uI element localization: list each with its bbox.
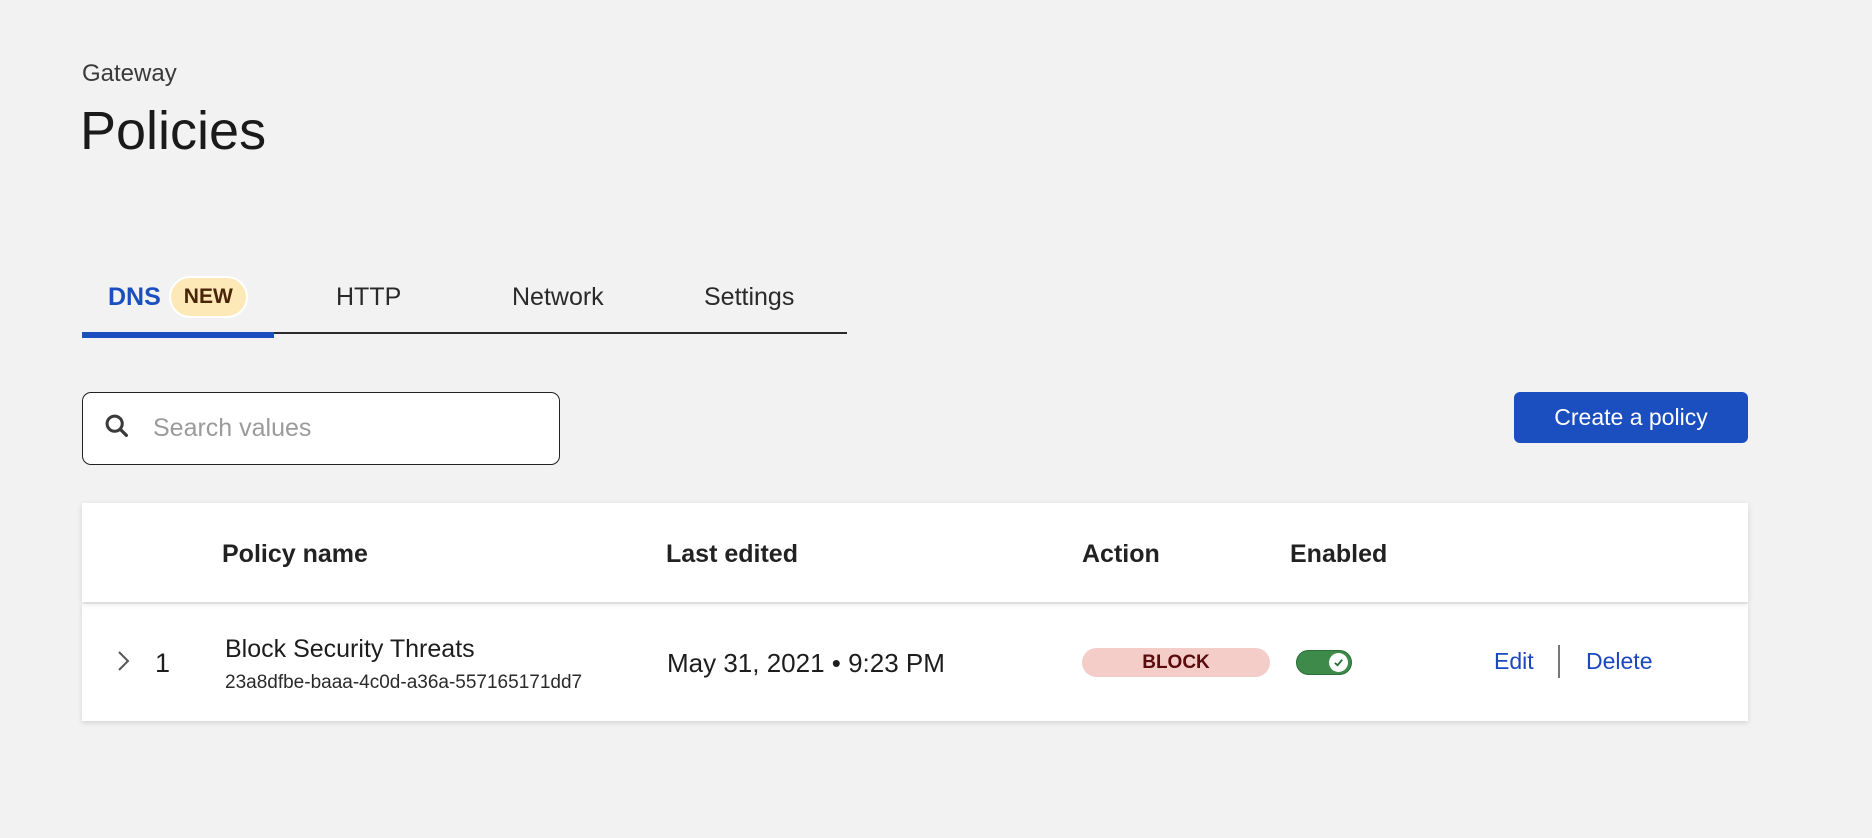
tab-http[interactable]: HTTP xyxy=(336,262,401,332)
policies-table: Policy name Last edited Action Enabled 1… xyxy=(82,503,1748,721)
tab-dns[interactable]: DNS NEW xyxy=(82,262,274,338)
search-icon xyxy=(103,412,131,445)
new-badge: NEW xyxy=(168,276,248,318)
column-header-action[interactable]: Action xyxy=(1082,540,1160,569)
column-header-enabled[interactable]: Enabled xyxy=(1290,540,1387,569)
tab-dns-label: DNS xyxy=(108,282,161,311)
tab-network[interactable]: Network xyxy=(512,262,604,332)
policy-id: 23a8dfbe-baaa-4c0d-a36a-557165171dd7 xyxy=(225,672,583,693)
action-divider xyxy=(1558,645,1560,678)
tab-http-label: HTTP xyxy=(336,282,402,311)
delete-link[interactable]: Delete xyxy=(1586,648,1652,675)
expand-chevron-icon[interactable] xyxy=(115,648,133,674)
search-input[interactable] xyxy=(153,414,513,443)
active-tab-indicator xyxy=(82,332,274,338)
tab-settings[interactable]: Settings xyxy=(704,262,794,332)
policy-name: Block Security Threats xyxy=(225,635,475,663)
row-index: 1 xyxy=(155,648,171,678)
tab-settings-label: Settings xyxy=(704,282,795,311)
last-edited: May 31, 2021 • 9:23 PM xyxy=(667,648,945,678)
enabled-toggle[interactable] xyxy=(1296,650,1352,675)
check-icon xyxy=(1334,659,1343,667)
tab-network-label: Network xyxy=(512,282,604,311)
column-header-policy-name[interactable]: Policy name xyxy=(222,540,368,569)
table-row: 1 Block Security Threats 23a8dfbe-baaa-4… xyxy=(82,604,1748,721)
column-header-last-edited[interactable]: Last edited xyxy=(666,540,798,569)
search-field[interactable] xyxy=(82,392,560,465)
page-title: Policies xyxy=(80,101,267,161)
tab-bar: DNS NEW HTTP Network Settings xyxy=(82,262,847,338)
action-badge: BLOCK xyxy=(1082,648,1270,677)
table-header: Policy name Last edited Action Enabled xyxy=(82,503,1748,602)
create-policy-button[interactable]: Create a policy xyxy=(1514,392,1748,443)
edit-link[interactable]: Edit xyxy=(1494,648,1534,675)
toggle-knob xyxy=(1329,653,1348,672)
breadcrumb: Gateway xyxy=(82,60,177,87)
